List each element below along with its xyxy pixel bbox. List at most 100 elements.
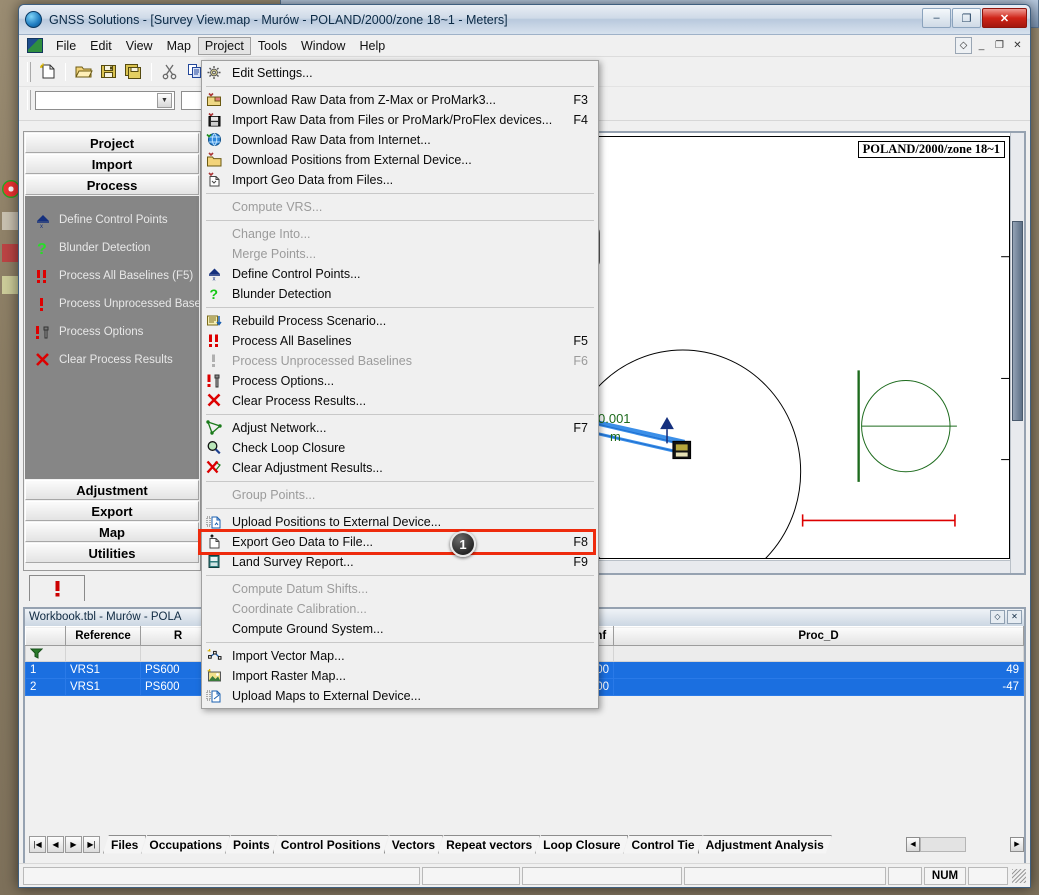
menu-item-import-vector-map[interactable]: Import Vector Map...: [202, 646, 598, 666]
menu-view[interactable]: View: [119, 37, 160, 55]
menu-item-upload-positions-to-external-device[interactable]: Upload Positions to External Device...: [202, 512, 598, 532]
tab-scrollbar[interactable]: ◀ ▶: [906, 836, 1024, 852]
menu-item-download-positions-from-external-device[interactable]: Download Positions from External Device.…: [202, 150, 598, 170]
tab-loop-closure[interactable]: Loop Closure: [535, 835, 628, 854]
menu-item-land-survey-report[interactable]: Land Survey Report... F9: [202, 552, 598, 572]
sidebar-item-process-all-baselines[interactable]: Process All Baselines (F5): [25, 262, 199, 290]
sidebar-section-utilities[interactable]: Utilities: [25, 543, 199, 563]
sidebar-item-clear-process-results[interactable]: Clear Process Results: [25, 346, 199, 374]
funnel-icon[interactable]: [25, 645, 66, 662]
menu-item-blunder-detection[interactable]: ? Blunder Detection: [202, 284, 598, 304]
nav-last-button[interactable]: ▶|: [83, 835, 100, 853]
upload-device-icon: [206, 514, 226, 530]
filter-cell-reference[interactable]: [65, 645, 141, 662]
menu-item-process-options[interactable]: Process Options...: [202, 371, 598, 391]
tab-files[interactable]: Files: [103, 835, 146, 854]
tab-control-tie[interactable]: Control Tie: [623, 835, 702, 854]
toolbar2-grip[interactable]: [27, 90, 31, 110]
menu-map[interactable]: Map: [160, 37, 198, 55]
sidebar-section-process[interactable]: Process: [25, 175, 199, 195]
menu-item-download-raw-data-from-internet[interactable]: Download Raw Data from Internet...: [202, 130, 598, 150]
menu-item-coordinate-calibration: Coordinate Calibration...: [202, 599, 598, 619]
sidebar-item-process-options[interactable]: Process Options: [25, 318, 199, 346]
mdi-close-button[interactable]: ✕: [1009, 37, 1026, 54]
sidebar-item-process-unprocessed-baselines[interactable]: Process Unprocessed Baseli: [25, 290, 199, 318]
menu-item-process-all-baselines[interactable]: Process All Baselines F5: [202, 331, 598, 351]
vector-map-icon: [206, 648, 226, 664]
tab-repeat-vectors[interactable]: Repeat vectors: [438, 835, 540, 854]
col-header-proc-d[interactable]: Proc_D: [613, 626, 1024, 646]
map-vertical-scrollbar[interactable]: [1010, 133, 1024, 573]
sidebar-section-project[interactable]: Project: [25, 133, 199, 153]
tab-alerts[interactable]: [29, 575, 85, 601]
col-header-index[interactable]: [25, 626, 66, 646]
nav-first-button[interactable]: |◀: [29, 835, 46, 853]
tab-scroll-left-button[interactable]: ◀: [906, 836, 920, 852]
menu-item-clear-process-results[interactable]: Clear Process Results...: [202, 391, 598, 411]
menu-item-import-raw-data-from-files-or-promark-proflex-devices[interactable]: Import Raw Data from Files or ProMark/Pr…: [202, 110, 598, 130]
menu-item-define-control-points[interactable]: x Define Control Points...: [202, 264, 598, 284]
exclamation-wrench-icon: [33, 323, 53, 341]
tab-vectors[interactable]: Vectors: [384, 835, 443, 854]
mdi-restore-button[interactable]: ❐: [991, 37, 1008, 54]
application-window: GNSS Solutions - [Survey View.map - Muró…: [18, 4, 1031, 888]
menu-project[interactable]: Project: [197, 36, 251, 55]
mdi-minimize-button[interactable]: _: [973, 37, 990, 54]
menu-item-compute-ground-system[interactable]: Compute Ground System...: [202, 619, 598, 639]
menu-item-clear-adjustment-results[interactable]: Clear Adjustment Results...: [202, 458, 598, 478]
chevron-down-icon[interactable]: ▼: [157, 92, 172, 108]
tab-control-positions[interactable]: Control Positions: [273, 835, 389, 854]
menu-edit[interactable]: Edit: [83, 37, 119, 55]
menu-item-export-geo-data-to-file[interactable]: Export Geo Data to File... F8 1: [198, 529, 598, 557]
resize-grip[interactable]: [1012, 868, 1026, 883]
menu-item-label: Import Raster Map...: [232, 669, 346, 683]
open-folder-icon[interactable]: [71, 60, 95, 84]
sidebar-section-import[interactable]: Import: [25, 154, 199, 174]
menu-item-upload-maps-to-external-device[interactable]: Upload Maps to External Device...: [202, 686, 598, 706]
menu-item-import-geo-data-from-files[interactable]: Import Geo Data from Files...: [202, 170, 598, 190]
tab-scroll-track[interactable]: [920, 836, 966, 852]
tab-occupations[interactable]: Occupations: [141, 835, 230, 854]
sidebar-item-define-control-points[interactable]: x Define Control Points: [25, 206, 199, 234]
workbook-close-button[interactable]: ✕: [1007, 610, 1022, 624]
menu-tools[interactable]: Tools: [251, 37, 294, 55]
sidebar-section-adjustment[interactable]: Adjustment: [25, 480, 199, 500]
tab-scroll-right-button[interactable]: ▶: [1010, 836, 1024, 852]
menu-item-rebuild-process-scenario[interactable]: Rebuild Process Scenario...: [202, 311, 598, 331]
sidebar-section-map[interactable]: Map: [25, 522, 199, 542]
tab-adjustment-analysis[interactable]: Adjustment Analysis: [698, 835, 832, 854]
save-icon[interactable]: [96, 60, 120, 84]
menu-item-download-raw-data-from-z-max-or-promark3[interactable]: Download Raw Data from Z-Max or ProMark3…: [202, 90, 598, 110]
sidebar-section-export[interactable]: Export: [25, 501, 199, 521]
nav-prev-button[interactable]: ◀: [47, 835, 64, 853]
menu-item-check-loop-closure[interactable]: Check Loop Closure: [202, 438, 598, 458]
nav-next-button[interactable]: ▶: [65, 835, 82, 853]
map-vscroll-thumb[interactable]: [1012, 221, 1023, 421]
menu-window[interactable]: Window: [294, 37, 352, 55]
col-header-reference[interactable]: Reference: [65, 626, 141, 646]
status-field-5: [968, 866, 1008, 885]
control-point-icon: x: [206, 266, 226, 282]
menu-item-label: Blunder Detection: [232, 287, 332, 301]
tab-points[interactable]: Points: [225, 835, 278, 854]
project-combo[interactable]: ▼: [35, 90, 175, 110]
toolbar-grip[interactable]: [27, 61, 31, 82]
menu-item-import-raster-map[interactable]: Import Raster Map...: [202, 666, 598, 686]
menu-item-label: Compute Ground System...: [232, 622, 384, 636]
new-file-icon[interactable]: [35, 60, 59, 84]
menu-help[interactable]: Help: [352, 37, 392, 55]
save-all-icon[interactable]: [121, 60, 145, 84]
report-icon: [206, 554, 226, 570]
exclamation-icon: [33, 295, 53, 313]
sidebar-item-blunder-detection[interactable]: ? Blunder Detection: [25, 234, 199, 262]
maximize-button[interactable]: ❐: [952, 8, 981, 28]
minimize-button[interactable]: –: [922, 8, 951, 28]
close-button[interactable]: ✕: [982, 8, 1027, 28]
filter-cell-proc-d[interactable]: [613, 645, 1024, 662]
menu-item-edit-settings[interactable]: Edit Settings...: [202, 63, 598, 83]
menu-item-adjust-network[interactable]: Adjust Network... F7: [202, 418, 598, 438]
menu-file[interactable]: File: [49, 37, 83, 55]
restore-diamond-icon[interactable]: ◇: [955, 37, 972, 54]
cut-icon[interactable]: [157, 60, 181, 84]
workbook-restore-button[interactable]: ◇: [990, 610, 1005, 624]
